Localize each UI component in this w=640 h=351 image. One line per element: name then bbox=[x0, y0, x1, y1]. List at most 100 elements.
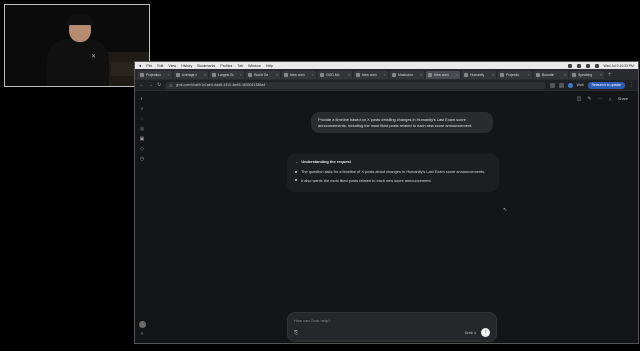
model-selector[interactable]: Grok 4 bbox=[465, 331, 476, 335]
share-button[interactable]: Share bbox=[618, 97, 628, 101]
browser-tab[interactable]: Projectio × bbox=[498, 70, 532, 79]
site-info-icon[interactable]: ⊙ bbox=[169, 83, 172, 88]
shared-screen: ● Chrome File Edit View History Bookmark… bbox=[134, 61, 639, 344]
apple-icon[interactable]: ● bbox=[139, 63, 141, 68]
reload-icon[interactable]: ↻ bbox=[157, 82, 161, 88]
tab-label: New conv bbox=[434, 72, 449, 77]
chevron-down-icon[interactable]: ⌄ bbox=[295, 159, 298, 164]
tab-label: Mastodon bbox=[398, 72, 413, 77]
browser-tab[interactable]: Boundin × bbox=[534, 70, 568, 79]
close-icon[interactable]: × bbox=[492, 73, 494, 77]
tab-label: New conv bbox=[362, 72, 377, 77]
profile-icon[interactable] bbox=[567, 82, 573, 88]
status-icon[interactable] bbox=[576, 63, 581, 68]
browser-tab[interactable]: Speaking × bbox=[570, 70, 604, 79]
tab-favicon-icon bbox=[500, 72, 504, 77]
menu-tab[interactable]: Tab bbox=[237, 64, 243, 68]
send-button[interactable]: ↑ bbox=[481, 328, 490, 337]
close-icon[interactable]: × bbox=[528, 73, 530, 77]
wait-label[interactable]: Wait bbox=[577, 83, 584, 87]
menu-profiles[interactable]: Profiles bbox=[220, 64, 232, 68]
browser-tab[interactable]: New conv × bbox=[282, 70, 316, 79]
history-icon[interactable]: ◷ bbox=[140, 157, 145, 162]
thinking-header[interactable]: ⌄ Understanding the request bbox=[295, 159, 491, 164]
close-icon[interactable]: × bbox=[384, 73, 386, 77]
close-icon[interactable]: × bbox=[420, 73, 422, 77]
collapse-sidebar-icon[interactable]: » bbox=[140, 332, 145, 337]
bullet bbox=[295, 179, 297, 182]
avatar[interactable] bbox=[138, 321, 146, 328]
mouse-cursor-icon: ↖ bbox=[503, 207, 508, 213]
menu-history[interactable]: History bbox=[181, 64, 192, 68]
address-toolbar: ← → ↻ ⊙ grok.com/chat/b1c1ae4-dad8-4310-… bbox=[135, 80, 638, 91]
browser-tab[interactable]: Largest Su × bbox=[210, 70, 244, 79]
more-menu-icon[interactable]: ⋮ bbox=[629, 82, 634, 88]
close-icon[interactable]: × bbox=[312, 73, 314, 77]
search-icon[interactable]: ⌕ bbox=[140, 107, 145, 112]
more-options-icon[interactable]: ⋯ bbox=[598, 96, 603, 102]
attach-icon[interactable]: ⎘ bbox=[294, 330, 298, 336]
close-icon[interactable]: × bbox=[600, 73, 602, 77]
private-chat-icon[interactable]: ◫ bbox=[577, 96, 582, 102]
menu-edit[interactable]: Edit bbox=[157, 64, 163, 68]
browser-tab[interactable]: GOD-Mo × bbox=[318, 70, 352, 79]
tab-label: Average c bbox=[182, 72, 198, 77]
share-icon[interactable]: ⇪ bbox=[609, 97, 612, 102]
menubar-clock[interactable]: Wed Jul 9 10:33 PM bbox=[604, 64, 634, 68]
url-text[interactable]: grok.com/chat/b1c1ae4-dad8-4310-8e65-483… bbox=[176, 83, 266, 87]
tab-favicon-icon bbox=[284, 72, 288, 77]
relaunch-button[interactable]: Relaunch to update bbox=[587, 81, 625, 89]
close-icon[interactable]: × bbox=[240, 73, 242, 77]
close-icon[interactable]: × bbox=[348, 73, 350, 77]
menu-bookmarks[interactable]: Bookmarks bbox=[197, 64, 215, 68]
extension-icon[interactable] bbox=[558, 82, 564, 88]
tab-favicon-icon bbox=[572, 72, 576, 77]
tab-favicon-icon bbox=[536, 72, 540, 77]
browser-tab[interactable]: New conv × bbox=[354, 70, 388, 79]
close-icon[interactable]: × bbox=[168, 73, 170, 77]
status-icon[interactable] bbox=[567, 63, 572, 68]
tab-label: Largest Su bbox=[218, 72, 235, 77]
user-message-bubble: Provide a timeline based on X posts deta… bbox=[311, 112, 493, 134]
back-icon[interactable]: ← bbox=[139, 82, 144, 88]
browser-tab[interactable]: Average c × bbox=[174, 70, 208, 79]
close-icon[interactable]: × bbox=[564, 73, 566, 77]
voice-icon[interactable]: ◎ bbox=[140, 127, 145, 132]
menu-view[interactable]: View bbox=[168, 64, 176, 68]
new-tab-icon[interactable]: + bbox=[608, 72, 612, 78]
workspace-icon[interactable]: ▣ bbox=[140, 137, 145, 142]
tab-favicon-icon bbox=[428, 72, 432, 77]
chat-icon[interactable]: ◌ bbox=[140, 117, 145, 122]
list-item: It also wants the most liked posts relat… bbox=[295, 178, 491, 184]
tab-label: Projectio bbox=[506, 72, 520, 77]
edit-icon[interactable]: ✎ bbox=[587, 96, 591, 102]
close-icon[interactable]: × bbox=[204, 73, 206, 77]
browser-tab[interactable]: Mastodon × bbox=[390, 70, 424, 79]
close-icon[interactable]: × bbox=[456, 73, 458, 77]
message-input[interactable]: How can Grok help? bbox=[294, 318, 330, 323]
grok-logo-icon[interactable]: ◐ bbox=[140, 97, 145, 102]
tab-label: Speaking bbox=[578, 72, 593, 77]
battery-icon[interactable] bbox=[585, 63, 590, 68]
macos-menubar: ● Chrome File Edit View History Bookmark… bbox=[135, 62, 638, 343]
menu-help[interactable]: Help bbox=[266, 64, 273, 68]
forward-icon[interactable]: → bbox=[148, 82, 153, 88]
menu-window[interactable]: Window bbox=[248, 64, 261, 68]
message-composer[interactable]: How can Grok help? ⎘ Grok 4 ↑ bbox=[287, 312, 497, 342]
thinking-list: The question asks for a timeline of X po… bbox=[295, 169, 491, 183]
close-icon[interactable]: × bbox=[276, 73, 278, 77]
projects-icon[interactable]: ◇ bbox=[140, 147, 145, 152]
grok-app: ◐ ⌕ ◌ ◎ ▣ ◇ ◷ » ◫ ✎ ⋯ ⇪ Share Provide a … bbox=[135, 91, 638, 343]
menu-file[interactable]: File bbox=[146, 64, 152, 68]
sidebar: ◐ ⌕ ◌ ◎ ▣ ◇ ◷ » bbox=[135, 91, 149, 343]
address-bar[interactable]: ⊙ grok.com/chat/b1c1ae4-dad8-4310-8e65-4… bbox=[165, 81, 546, 89]
tab-favicon-icon bbox=[176, 72, 180, 77]
browser-tab[interactable]: Humanity × bbox=[462, 70, 496, 79]
thinking-panel: ⌄ Understanding the request The question… bbox=[287, 154, 499, 193]
extension-icon[interactable] bbox=[549, 82, 555, 88]
wifi-icon[interactable] bbox=[594, 63, 599, 68]
browser-tab[interactable]: Projection × bbox=[138, 70, 172, 79]
bullet bbox=[295, 170, 297, 173]
browser-tab-active[interactable]: New conv × bbox=[426, 70, 460, 79]
browser-tab[interactable]: World Ge × bbox=[246, 70, 280, 79]
